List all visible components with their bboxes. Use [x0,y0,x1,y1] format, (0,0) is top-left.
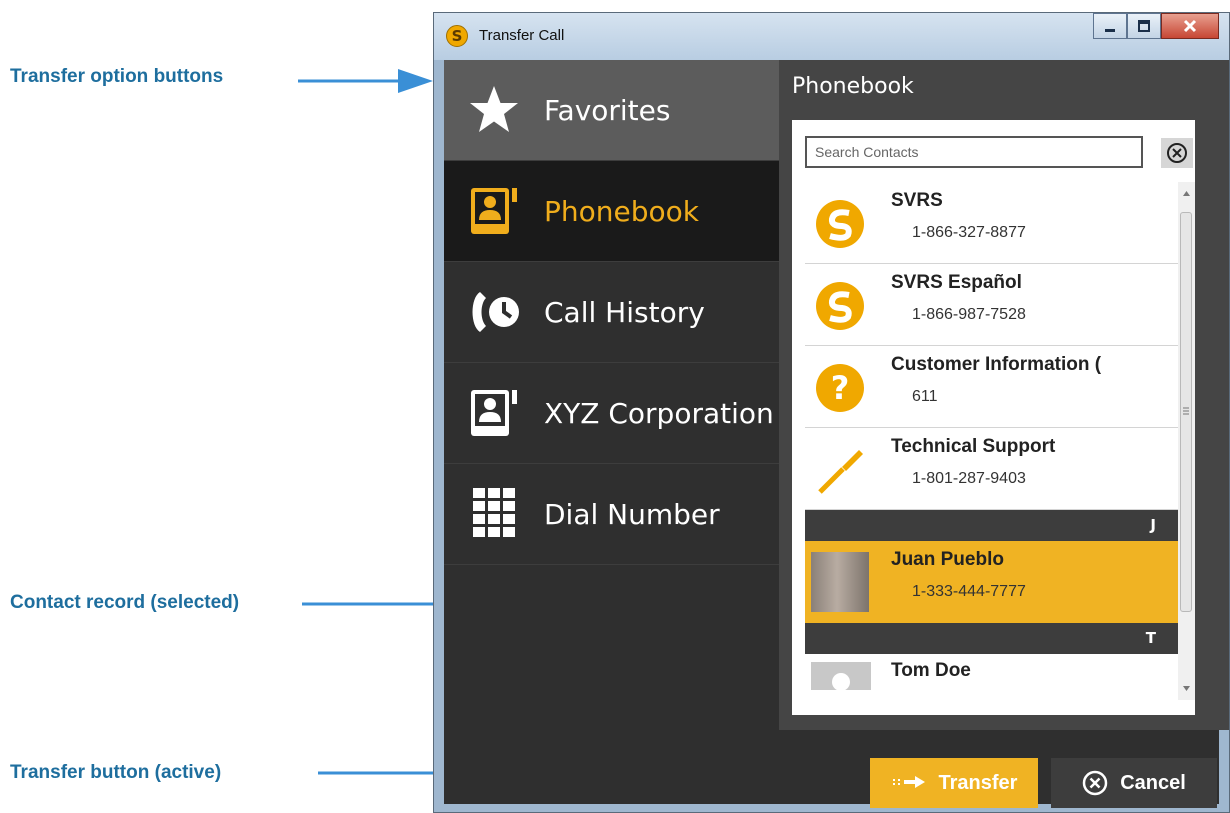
question-icon: ? [811,359,869,417]
list-item[interactable]: Tom Doe [805,654,1178,694]
list-item-selected[interactable]: Juan Pueblo 1-333-444-7777 [805,541,1178,623]
contact-name: SVRS [891,190,943,211]
close-icon [1183,19,1197,33]
corporate-phonebook-icon [466,385,522,441]
annotation-transfer-button: Transfer button (active) [10,762,222,783]
transfer-arrow-icon [891,775,927,791]
contact-name: Tom Doe [891,660,971,681]
contact-phone: 1-866-327-8877 [912,224,1026,241]
nav-item-phonebook[interactable]: Phonebook [444,161,779,262]
contact-name: Juan Pueblo [891,549,1004,570]
nav-label-dial-number: Dial Number [544,497,720,531]
nav-label-phonebook: Phonebook [544,194,699,228]
phonebook-icon [466,183,522,239]
transfer-option-nav: Favorites Phonebook Call History XYZ Cor… [444,60,779,570]
annotation-contact-record: Contact record (selected) [10,592,240,613]
scroll-thumb[interactable] [1180,212,1192,612]
svrs-logo-icon [811,277,869,335]
minimize-button[interactable] [1093,13,1127,39]
nav-label-favorites: Favorites [544,93,671,127]
transfer-call-window: S Transfer Call Favorites Phonebook Call… [433,12,1230,813]
list-item[interactable]: Technical Support 1-801-287-9403 [805,428,1178,510]
panel-title: Phonebook [792,74,914,99]
title-bar[interactable]: S Transfer Call [434,13,1229,60]
contact-name: Customer Information ( [891,354,1102,375]
contact-name: Technical Support [891,436,1056,457]
list-item[interactable]: SVRS Español 1-866-987-7528 [805,264,1178,346]
scroll-down-icon [1183,686,1190,691]
grip-icon [1183,407,1189,415]
contact-phone: 1-333-444-7777 [912,583,1026,600]
section-header-j: J [805,510,1178,541]
svrs-logo-icon: S [446,25,468,47]
list-item[interactable]: SVRS 1-866-327-8877 [805,182,1178,264]
close-button[interactable] [1161,13,1219,39]
cancel-button[interactable]: Cancel [1051,758,1217,808]
scroll-up-icon [1183,191,1190,196]
window-client: Favorites Phonebook Call History XYZ Cor… [444,60,1229,808]
transfer-button[interactable]: Transfer [870,758,1038,808]
svg-text:?: ? [831,369,850,407]
list-item[interactable]: ? Customer Information ( 611 [805,346,1178,428]
annotation-transfer-options: Transfer option buttons [10,66,224,87]
contact-photo [811,552,869,612]
annotation-arrow-1 [298,69,433,93]
section-header-t: T [805,623,1178,654]
contact-name: SVRS Español [891,272,1022,293]
transfer-label: Transfer [938,771,1018,794]
contact-phone: 611 [912,388,938,405]
svrs-logo-icon [811,195,869,253]
clear-search-button[interactable] [1161,138,1193,168]
window-title: Transfer Call [479,27,565,44]
minimize-icon [1105,29,1115,32]
scrollbar[interactable] [1178,182,1195,700]
contact-list: SVRS 1-866-327-8877 SVRS Español 1-866-9… [805,182,1178,694]
phonebook-panel: Phonebook Search Contacts SVRS 1-866-327… [779,60,1229,730]
contact-phone: 1-801-287-9403 [912,470,1026,487]
search-input[interactable]: Search Contacts [805,136,1143,168]
screwdriver-icon [811,441,869,499]
clear-icon [1167,143,1187,163]
nav-item-call-history[interactable]: Call History [444,262,779,363]
nav-label-xyz-corporation: XYZ Corporation [544,396,774,430]
nav-item-favorites[interactable]: Favorites [444,60,779,161]
call-history-icon [466,284,522,340]
contact-list-box: Search Contacts SVRS 1-866-327-8877 SVRS… [792,120,1195,715]
nav-item-xyz-corporation[interactable]: XYZ Corporation [444,363,779,464]
star-icon [466,82,522,138]
avatar [811,552,869,612]
maximize-button[interactable] [1127,13,1161,39]
contact-phone: 1-866-987-7528 [912,306,1026,323]
cancel-label: Cancel [1120,771,1186,794]
nav-item-dial-number[interactable]: Dial Number [444,464,779,565]
maximize-icon [1138,20,1150,32]
cancel-icon [1082,770,1108,796]
nav-label-call-history: Call History [544,295,705,329]
avatar [811,662,871,690]
dialpad-icon [466,486,522,542]
